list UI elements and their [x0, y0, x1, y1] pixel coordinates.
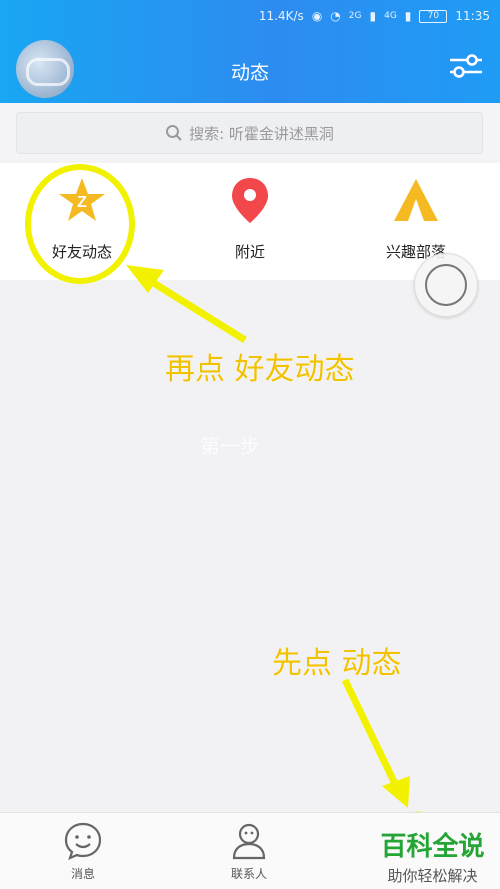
category-friend-feed[interactable]: Z 好友动态	[12, 175, 152, 262]
category-interest-tribe[interactable]: 兴趣部落	[346, 175, 486, 262]
nav-contacts[interactable]: 联系人	[194, 821, 304, 882]
tent-icon	[394, 179, 438, 221]
clock: 11:35	[455, 9, 490, 23]
floating-assist-button[interactable]	[414, 253, 478, 317]
message-smile-icon	[64, 822, 102, 860]
signal-icon: ▮	[369, 9, 377, 23]
page-title: 动态	[230, 62, 269, 84]
step-watermark: 第一步	[200, 434, 260, 458]
category-label: 附近	[234, 243, 265, 261]
sliders-icon[interactable]	[448, 52, 484, 84]
nav-messages[interactable]: 消息	[28, 821, 138, 882]
contacts-person-icon	[232, 823, 266, 860]
nav-label: 联系人	[230, 867, 267, 881]
signal-4g: 4G	[384, 11, 397, 21]
category-nearby[interactable]: 附近	[180, 175, 320, 262]
wifi-icon: ◔	[330, 9, 341, 23]
category-label: 好友动态	[51, 243, 112, 261]
header-bar: 11.4K/s ◉ ◔ 2G ▮ 4G ▮ 70 11:35 动态	[0, 0, 500, 103]
watermark-subtitle: 助你轻松解决	[387, 867, 478, 885]
network-speed: 11.4K/s	[258, 9, 304, 23]
svg-text:Z: Z	[77, 194, 87, 211]
eye-icon: ◉	[311, 9, 323, 23]
search-icon	[166, 125, 182, 141]
signal-2g: 2G	[348, 11, 362, 21]
signal-icon-2: ▮	[404, 9, 412, 23]
annotation-tap-friend-feed: 再点 好友动态	[165, 352, 355, 387]
watermark-title: 百科全说	[380, 832, 485, 862]
annotation-tap-dynamic: 先点 动态	[272, 646, 402, 681]
nav-label: 消息	[70, 867, 95, 881]
location-pin-icon	[232, 178, 268, 223]
search-placeholder: 搜索: 听霍金讲述黑洞	[189, 124, 334, 143]
search-bar[interactable]: 搜索: 听霍金讲述黑洞	[16, 112, 483, 154]
qzone-star-icon: Z	[59, 178, 105, 221]
status-bar: 11.4K/s ◉ ◔ 2G ▮ 4G ▮ 70 11:35	[259, 6, 490, 26]
baike-watermark: 百科全说 助你轻松解决	[370, 826, 495, 886]
battery-indicator: 70	[419, 9, 448, 23]
